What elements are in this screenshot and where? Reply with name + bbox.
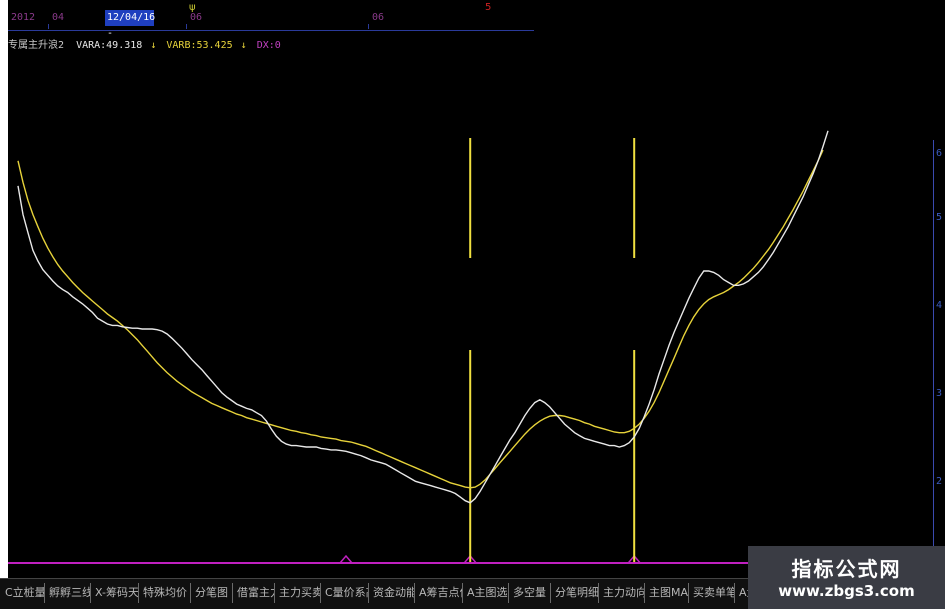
indicator-tab[interactable]: A筹吉点位以 (416, 582, 462, 604)
tab-divider (138, 583, 139, 603)
tab-divider (508, 583, 509, 603)
scale-label: 5 (936, 212, 943, 223)
tab-divider (644, 583, 645, 603)
signal-lines (469, 138, 636, 562)
indicator-tab[interactable]: C立桩量主副 (2, 582, 44, 604)
right-scale-axis[interactable] (933, 140, 934, 560)
tab-divider (598, 583, 599, 603)
indicator-tab[interactable]: 分笔图 (192, 582, 232, 604)
indicator-tab[interactable]: 主力买卖 (276, 582, 320, 604)
watermark-title: 指标公式网 (791, 557, 902, 581)
tab-divider (320, 583, 321, 603)
tab-divider (734, 583, 735, 603)
watermark: 指标公式网 www.zbgs3.com (748, 546, 945, 609)
indicator-tab[interactable]: C量价系高 (322, 582, 368, 604)
tab-divider (688, 583, 689, 603)
series-line-varb (17, 149, 824, 489)
tab-divider (462, 583, 463, 603)
tab-divider (44, 583, 45, 603)
indicator-tab[interactable]: 借富主力 (234, 582, 274, 604)
indicator-tab[interactable]: X-筹码天机 (92, 582, 138, 604)
watermark-url: www.zbgs3.com (778, 582, 915, 600)
tab-divider (368, 583, 369, 603)
tab-divider (90, 583, 91, 603)
chart-window: 2012 04 12/04/16 - 06 06 ψ 5 专属主升浪2 VARA… (0, 0, 945, 609)
tab-divider (550, 583, 551, 603)
indicator-chart[interactable] (0, 0, 945, 578)
indicator-tab[interactable]: 买卖单笔 (690, 582, 734, 604)
tab-divider (274, 583, 275, 603)
indicator-tab[interactable]: 分笔明细M (552, 582, 598, 604)
scale-label: 4 (936, 300, 943, 311)
scale-label: 6 (936, 148, 943, 159)
indicator-tab[interactable]: 主图MACD (646, 582, 688, 604)
indicator-tab[interactable]: 特殊均价 (140, 582, 190, 604)
tab-divider (232, 583, 233, 603)
indicator-tab[interactable]: 孵孵三线起 (46, 582, 90, 604)
baseline-bumps (339, 554, 641, 564)
tab-divider (190, 583, 191, 603)
scale-label: 3 (936, 388, 943, 399)
indicator-tab[interactable]: A主图选股 (464, 582, 508, 604)
scale-label: 2 (936, 476, 943, 487)
tab-divider (414, 583, 415, 603)
indicator-tab[interactable]: 主力动向1 (600, 582, 644, 604)
indicator-tab[interactable]: 多空量 (510, 582, 550, 604)
indicator-tab[interactable]: 资金动能3 (370, 582, 414, 604)
series-line-vara (17, 130, 829, 504)
